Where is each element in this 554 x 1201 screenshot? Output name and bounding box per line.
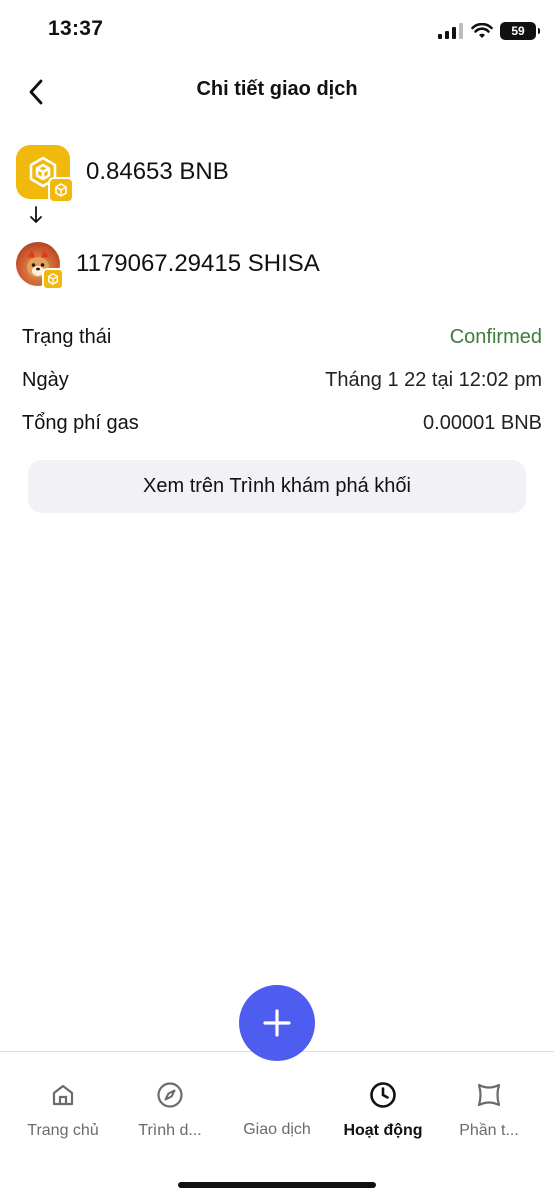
tab-nft[interactable]: Phần t... <box>434 1080 544 1140</box>
status-icons: 59 <box>438 20 540 42</box>
home-icon <box>50 1080 76 1110</box>
gas-fee-label: Tổng phí gas <box>22 411 139 434</box>
date-label: Ngày <box>22 368 69 391</box>
status-bar: 13:37 59 <box>0 0 554 60</box>
shisa-token-icon <box>16 242 64 290</box>
nav-header: Chi tiết giao dịch <box>0 60 554 120</box>
tab-activity-label: Hoạt động <box>343 1122 423 1139</box>
from-amount: 0.84653 BNB <box>86 158 229 185</box>
arrow-down-icon <box>28 205 44 230</box>
bnb-chain-badge-icon <box>42 268 64 290</box>
status-row: Trạng thái Confirmed <box>22 323 542 351</box>
date-row: Ngày Tháng 1 22 tại 12:02 pm <box>22 366 542 394</box>
home-indicator <box>178 1182 376 1188</box>
gas-fee-row: Tổng phí gas 0.00001 BNB <box>22 409 542 437</box>
tab-home[interactable]: Trang chủ <box>8 1080 118 1140</box>
bnb-chain-badge-icon <box>48 177 74 203</box>
date-value: Tháng 1 22 tại 12:02 pm <box>325 368 542 391</box>
tab-browser[interactable]: Trình d... <box>115 1080 225 1140</box>
bnb-token-icon <box>16 145 74 203</box>
wifi-icon <box>471 23 493 38</box>
tab-browser-label: Trình d... <box>138 1122 202 1139</box>
status-time: 13:37 <box>48 17 104 40</box>
to-token-row: 1179067.29415 SHISA <box>16 242 320 290</box>
trade-button[interactable] <box>239 985 315 1061</box>
from-token-row: 0.84653 BNB <box>16 145 229 203</box>
tab-trade-label: Giao dịch <box>243 1121 311 1138</box>
tab-home-label: Trang chủ <box>27 1122 99 1139</box>
plus-icon <box>263 1009 291 1037</box>
view-on-explorer-button[interactable]: Xem trên Trình khám phá khối <box>28 460 526 513</box>
status-label: Trạng thái <box>22 325 112 348</box>
status-value: Confirmed <box>449 325 542 348</box>
clock-icon <box>369 1080 397 1110</box>
to-amount: 1179067.29415 SHISA <box>76 250 320 277</box>
tab-nft-label: Phần t... <box>459 1122 519 1139</box>
gas-fee-value: 0.00001 BNB <box>423 411 542 434</box>
page-title: Chi tiết giao dịch <box>196 78 358 100</box>
compass-icon <box>156 1080 184 1110</box>
signal-icon <box>438 23 463 39</box>
tab-activity[interactable]: Hoạt động <box>328 1080 438 1140</box>
nft-icon <box>475 1080 503 1110</box>
battery-indicator: 59 <box>500 22 540 40</box>
battery-level: 59 <box>511 24 525 38</box>
